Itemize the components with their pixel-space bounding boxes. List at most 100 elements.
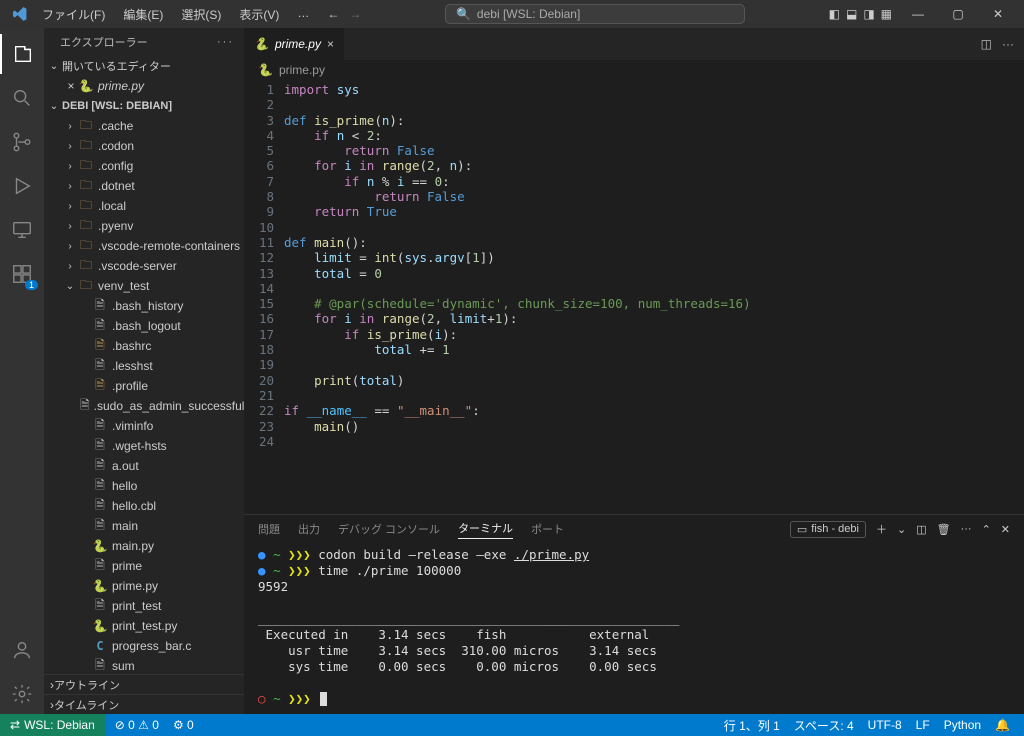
python-icon: 🐍	[92, 539, 108, 553]
tree-item[interactable]: 🗎main	[44, 516, 244, 536]
panel-tab[interactable]: ターミナル	[458, 520, 513, 539]
menu-item[interactable]: ファイル(F)	[34, 2, 113, 27]
panel-close-icon[interactable]: ✕	[1001, 523, 1010, 536]
tree-item[interactable]: 🐍print_test.py	[44, 616, 244, 636]
tab-close-icon[interactable]: ×	[327, 37, 334, 51]
tree-item[interactable]: 🗎prime	[44, 556, 244, 576]
tree-item[interactable]: ⌄🗀venv_test	[44, 276, 244, 296]
status-item[interactable]: ⚙ 0	[173, 718, 194, 732]
tree-item[interactable]: ›🗀.codon	[44, 136, 244, 156]
editor-tab-prime[interactable]: 🐍 prime.py ×	[244, 28, 345, 60]
kill-terminal-icon[interactable]: 🗑	[937, 523, 951, 536]
tree-item[interactable]: 🗎a.out	[44, 456, 244, 476]
status-item[interactable]: UTF-8	[868, 718, 902, 732]
panel-tab[interactable]: 問題	[258, 521, 280, 537]
layout-sidebar-right-icon[interactable]: ◨	[863, 7, 874, 21]
main-menu: ファイル(F)編集(E)選択(S)表示(V)…	[34, 2, 317, 27]
tree-item[interactable]: Cprogress_bar.c	[44, 636, 244, 656]
layout-customize-icon[interactable]: ▦	[881, 7, 892, 21]
editor-more-icon[interactable]: ···	[1002, 37, 1014, 51]
tree-item[interactable]: 🗎sum	[44, 656, 244, 674]
tree-item[interactable]: 🗎print_test	[44, 596, 244, 616]
outline-header[interactable]: ›アウトライン	[44, 674, 244, 694]
vscode-logo-icon	[12, 6, 28, 22]
activity-accounts-icon[interactable]	[0, 630, 44, 670]
terminal-new-icon[interactable]: ＋	[876, 521, 887, 537]
tree-item[interactable]: 🐍main.py	[44, 536, 244, 556]
remote-indicator[interactable]: ⇄ WSL: Debian	[0, 714, 105, 736]
file-icon: 🗎	[92, 476, 108, 497]
activity-source-control-icon[interactable]	[0, 122, 44, 162]
window-minimize-button[interactable]: —	[898, 0, 938, 28]
nav-forward-icon[interactable]: →	[349, 7, 361, 21]
panel-tab[interactable]: 出力	[298, 521, 320, 537]
timeline-header[interactable]: ›タイムライン	[44, 694, 244, 714]
breadcrumb[interactable]: 🐍 prime.py	[244, 60, 1024, 80]
window-close-button[interactable]: ✕	[978, 0, 1018, 28]
tree-item[interactable]: 🗎hello.cbl	[44, 496, 244, 516]
tree-item[interactable]: ›🗀.dotnet	[44, 176, 244, 196]
layout-sidebar-left-icon[interactable]: ◧	[829, 7, 840, 21]
tree-item[interactable]: ›🗀.pyenv	[44, 216, 244, 236]
window-maximize-button[interactable]: ▢	[938, 0, 978, 28]
file-icon: 🗎	[92, 436, 108, 457]
panel-tab[interactable]: デバッグ コンソール	[338, 521, 440, 537]
terminal-selector[interactable]: ▭fish - debi	[790, 521, 866, 538]
activity-extensions-icon[interactable]: 1	[0, 254, 44, 294]
activity-remote-explorer-icon[interactable]	[0, 210, 44, 250]
file-icon: 🗎	[92, 296, 108, 317]
nav-back-icon[interactable]: ←	[327, 7, 339, 21]
tree-item[interactable]: ›🗀.vscode-server	[44, 256, 244, 276]
split-terminal-icon[interactable]: ◫	[916, 523, 926, 536]
panel-tab[interactable]: ポート	[531, 521, 564, 537]
folder-icon: 🗀	[78, 196, 94, 217]
python-icon: 🐍	[254, 37, 269, 51]
chevron-down-icon[interactable]: ⌄	[897, 523, 906, 536]
status-item[interactable]: Python	[944, 718, 981, 732]
menu-item[interactable]: 選択(S)	[173, 2, 229, 27]
tree-item[interactable]: 🗎.wget-hsts	[44, 436, 244, 456]
command-center[interactable]: 🔍 debi [WSL: Debian]	[445, 4, 745, 24]
tree-item[interactable]: 🗎.profile	[44, 376, 244, 396]
tree-item[interactable]: 🗎.bash_history	[44, 296, 244, 316]
tree-item[interactable]: 🗎.lesshst	[44, 356, 244, 376]
tree-item[interactable]: ›🗀.config	[44, 156, 244, 176]
tree-item[interactable]: ›🗀.cache	[44, 116, 244, 136]
status-item[interactable]: LF	[916, 718, 930, 732]
folder-icon: 🗀	[78, 116, 94, 137]
tree-item[interactable]: 🗎.viminfo	[44, 416, 244, 436]
menu-item[interactable]: 表示(V)	[231, 2, 287, 27]
bottom-panel: 問題出力デバッグ コンソールターミナルポート ▭fish - debi ＋ ⌄ …	[244, 514, 1024, 714]
tree-item[interactable]: 🗎.bash_logout	[44, 316, 244, 336]
folder-root[interactable]: ⌄DEBI [WSL: DEBIAN]	[44, 96, 244, 116]
status-item[interactable]: スペース: 4	[794, 717, 854, 734]
activity-search-icon[interactable]	[0, 78, 44, 118]
menu-item[interactable]: 編集(E)	[115, 2, 171, 27]
file-icon: 🗎	[92, 416, 108, 437]
title-bar: ファイル(F)編集(E)選択(S)表示(V)… ← → 🔍 debi [WSL:…	[0, 0, 1024, 28]
terminal[interactable]: ● ~ ❯❯❯ codon build —release —exe ./prim…	[244, 543, 1024, 714]
status-item[interactable]: ⊘ 0 ⚠ 0	[115, 718, 159, 732]
activity-run-debug-icon[interactable]	[0, 166, 44, 206]
activity-settings-icon[interactable]	[0, 674, 44, 714]
python-icon: 🐍	[78, 79, 94, 93]
open-editor-item[interactable]: ×🐍prime.py	[44, 76, 244, 96]
split-editor-icon[interactable]: ◫	[981, 37, 992, 51]
status-item[interactable]: 行 1、列 1	[724, 717, 780, 734]
tree-item[interactable]: ›🗀.vscode-remote-containers	[44, 236, 244, 256]
activity-explorer-icon[interactable]	[0, 34, 44, 74]
file-icon: 🗎	[92, 496, 108, 517]
tree-item[interactable]: 🗎hello	[44, 476, 244, 496]
panel-more-icon[interactable]: ···	[961, 523, 972, 535]
tree-item[interactable]: ›🗀.local	[44, 196, 244, 216]
explorer-more-icon[interactable]: ···	[217, 36, 234, 48]
layout-panel-icon[interactable]: ⬓	[846, 7, 857, 21]
status-item[interactable]: 🔔	[995, 718, 1010, 732]
tree-item[interactable]: 🗎.sudo_as_admin_successful	[44, 396, 244, 416]
menu-item[interactable]: …	[289, 2, 317, 27]
code-editor[interactable]: 123456789101112131415161718192021222324 …	[244, 80, 1024, 514]
panel-maximize-icon[interactable]: ⌃	[982, 523, 991, 536]
tree-item[interactable]: 🐍prime.py	[44, 576, 244, 596]
open-editors-header[interactable]: ⌄開いているエディター	[44, 56, 244, 76]
tree-item[interactable]: 🗎.bashrc	[44, 336, 244, 356]
